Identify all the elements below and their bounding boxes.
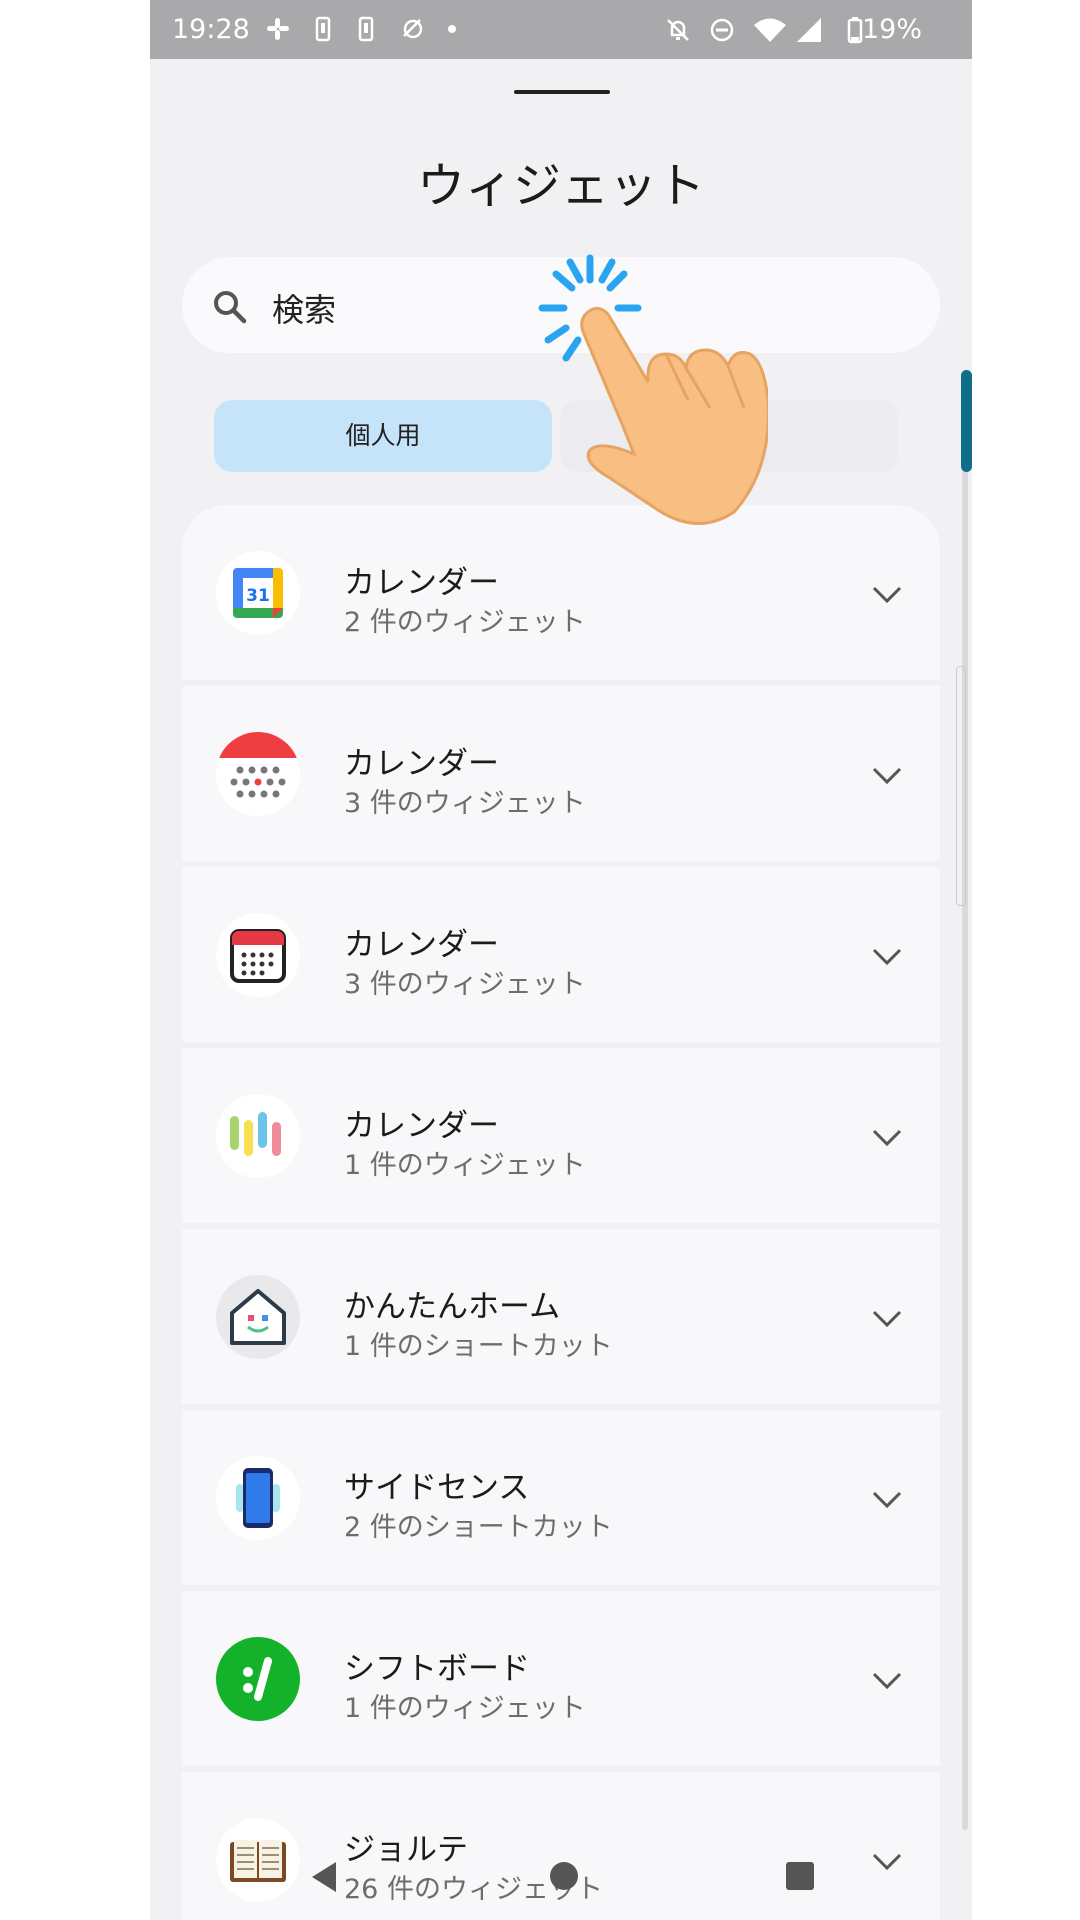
list-item[interactable]: シフトボード 1 件のウィジェット xyxy=(182,1591,940,1766)
tab-personal[interactable]: 個人用 xyxy=(214,400,552,472)
scrollbar-indicator xyxy=(956,666,966,906)
home-button-icon[interactable] xyxy=(548,1860,580,1892)
widget-count: 1 件のウィジェット xyxy=(344,1150,586,1181)
calendar-red-dots-icon xyxy=(216,732,300,816)
calendar-color-bars-icon xyxy=(216,1094,300,1178)
home-icon xyxy=(216,1275,300,1359)
status-time: 19:28 xyxy=(172,14,250,45)
chevron-down-icon[interactable] xyxy=(870,1120,904,1154)
phone-vibrate-icon xyxy=(358,16,374,42)
calendar-date-text: 31 xyxy=(246,586,270,606)
shortcut-count: 1 件のショートカット xyxy=(344,1331,613,1362)
chevron-down-icon[interactable] xyxy=(870,1663,904,1697)
navigation-bar xyxy=(150,1848,972,1920)
app-name: かんたんホーム xyxy=(344,1289,561,1325)
app-name: カレンダー xyxy=(344,565,499,601)
widget-count: 3 件のウィジェット xyxy=(344,788,586,819)
app-name: カレンダー xyxy=(344,1108,499,1144)
widget-picker-screen: 19:28 19% ウィジェット 検索 個人用 31 カレンダー 2 件のウィジ… xyxy=(150,0,972,1920)
slack-icon xyxy=(267,18,289,40)
battery-icon xyxy=(847,17,863,44)
do-not-disturb-icon xyxy=(710,18,734,42)
nfc-icon xyxy=(403,19,423,39)
page-title: ウィジェット xyxy=(416,158,705,214)
widget-count: 1 件のウィジェット xyxy=(344,1693,586,1724)
status-bar: 19:28 19% xyxy=(150,0,972,59)
cell-signal-icon xyxy=(797,18,821,42)
back-icon[interactable] xyxy=(308,1860,340,1894)
phone-vibrate-icon xyxy=(315,16,331,42)
shiftboard-icon xyxy=(216,1637,300,1721)
app-name: カレンダー xyxy=(344,746,499,782)
tap-gesture-hand-icon xyxy=(538,254,768,525)
chevron-down-icon[interactable] xyxy=(870,577,904,611)
chevron-down-icon[interactable] xyxy=(870,758,904,792)
app-name: シフトボード xyxy=(344,1651,530,1687)
calendar-outline-icon xyxy=(216,913,300,997)
list-item[interactable]: カレンダー 1 件のウィジェット xyxy=(182,1048,940,1223)
app-name: サイドセンス xyxy=(344,1470,530,1506)
list-item[interactable]: カレンダー 3 件のウィジェット xyxy=(182,867,940,1042)
list-item[interactable]: サイドセンス 2 件のショートカット xyxy=(182,1410,940,1585)
notifications-off-icon xyxy=(667,19,689,41)
wifi-icon xyxy=(754,18,786,42)
shortcut-count: 2 件のショートカット xyxy=(344,1512,613,1543)
chevron-down-icon[interactable] xyxy=(870,939,904,973)
battery-percent: 19% xyxy=(861,14,922,45)
side-sense-phone-icon xyxy=(216,1456,300,1540)
notification-dot-icon xyxy=(448,25,456,33)
drag-handle[interactable] xyxy=(514,90,610,94)
widget-count: 2 件のウィジェット xyxy=(344,607,586,638)
search-placeholder: 検索 xyxy=(272,291,337,329)
chevron-down-icon[interactable] xyxy=(870,1482,904,1516)
scrollbar-thumb[interactable] xyxy=(961,370,972,472)
google-calendar-icon: 31 xyxy=(216,551,300,635)
recents-icon[interactable] xyxy=(784,1860,816,1892)
app-name: カレンダー xyxy=(344,927,499,963)
chevron-down-icon[interactable] xyxy=(870,1301,904,1335)
widget-count: 3 件のウィジェット xyxy=(344,969,586,1000)
search-icon xyxy=(214,291,247,324)
list-item[interactable]: カレンダー 3 件のウィジェット xyxy=(182,686,940,861)
list-item[interactable]: かんたんホーム 1 件のショートカット xyxy=(182,1229,940,1404)
